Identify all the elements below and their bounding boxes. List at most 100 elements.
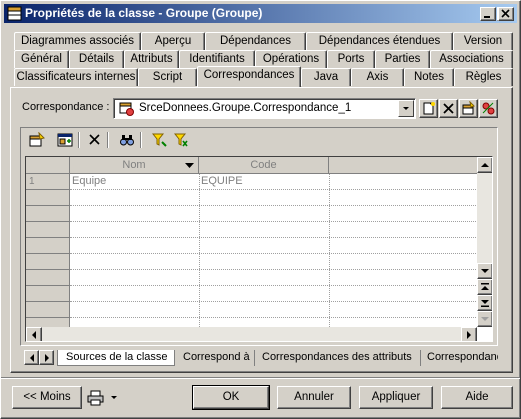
vertical-scrollbar[interactable] bbox=[477, 157, 492, 327]
row-header[interactable] bbox=[26, 238, 70, 254]
row-header[interactable] bbox=[26, 286, 70, 302]
scroll-down-button[interactable] bbox=[477, 263, 492, 279]
tab-details[interactable]: Détails bbox=[69, 50, 124, 68]
mapping-selected-value: SrceDonnees.Groupe.Correspondance_1 bbox=[139, 102, 352, 114]
row-number[interactable]: 1 bbox=[26, 174, 70, 190]
print-menu-button[interactable] bbox=[87, 389, 123, 409]
properties-window: Propriétés de la classe - Groupe (Groupe… bbox=[0, 0, 521, 419]
tab-diagrammes-associes[interactable]: Diagrammes associés bbox=[14, 32, 141, 50]
delete-icon bbox=[89, 134, 100, 145]
row-header[interactable] bbox=[26, 302, 70, 318]
scroll-right-button[interactable] bbox=[461, 327, 477, 341]
clear-filter-tool[interactable] bbox=[172, 131, 192, 149]
find-tool[interactable] bbox=[117, 131, 137, 149]
scroll-left-button[interactable] bbox=[26, 327, 42, 341]
subtab-correspondances-attributs[interactable]: Correspondances des attributs bbox=[256, 350, 421, 366]
toolbar-separator bbox=[107, 132, 109, 148]
mapping-properties-button[interactable] bbox=[459, 99, 478, 118]
row-header[interactable] bbox=[26, 270, 70, 286]
cell-code[interactable]: EQUIPE bbox=[199, 174, 243, 190]
minimize-button[interactable] bbox=[480, 7, 496, 21]
scroll-first-button[interactable] bbox=[477, 279, 492, 295]
window-title: Propriétés de la classe - Groupe (Groupe… bbox=[25, 6, 263, 20]
new-mapping-button[interactable] bbox=[419, 99, 438, 118]
subtab-correspondances-operations[interactable]: Correspondanc bbox=[422, 350, 498, 366]
delete-tool[interactable] bbox=[85, 131, 105, 149]
grid-corner-header bbox=[26, 157, 70, 174]
table-row-empty[interactable] bbox=[70, 302, 476, 318]
title-bar[interactable]: Propriétés de la classe - Groupe (Groupe… bbox=[4, 4, 517, 23]
subtab-sources-de-la-classe[interactable]: Sources de la classe bbox=[57, 350, 175, 366]
sort-descending-icon bbox=[185, 163, 194, 168]
help-button[interactable]: Aide bbox=[441, 386, 513, 409]
tab-dependances-etendues[interactable]: Dépendances étendues bbox=[306, 32, 453, 50]
delete-mapping-button[interactable] bbox=[439, 99, 458, 118]
ok-button[interactable]: OK bbox=[192, 385, 270, 410]
add-objects-icon bbox=[57, 133, 73, 147]
table-row-empty[interactable] bbox=[70, 206, 476, 222]
tab-apercu[interactable]: Aperçu bbox=[141, 32, 205, 50]
row-header[interactable] bbox=[26, 254, 70, 270]
close-button[interactable] bbox=[498, 7, 514, 21]
subtab-scroll-left-button[interactable] bbox=[24, 350, 39, 365]
clear-filter-icon bbox=[174, 133, 188, 147]
close-icon bbox=[501, 9, 510, 18]
add-objects-tool[interactable] bbox=[55, 131, 75, 149]
tab-version[interactable]: Version bbox=[453, 32, 513, 50]
column-divider bbox=[199, 174, 200, 327]
tab-axis[interactable]: Axis bbox=[351, 68, 404, 86]
tab-parties[interactable]: Parties bbox=[375, 50, 430, 68]
properties-tool[interactable] bbox=[27, 131, 47, 149]
properties-icon bbox=[462, 101, 475, 115]
mapping-sources-grid-panel: Nom Code 1 Equipe EQUIPE bbox=[20, 127, 498, 346]
filter-tool[interactable] bbox=[150, 131, 170, 149]
row-header[interactable] bbox=[26, 190, 70, 206]
column-header-nom[interactable]: Nom bbox=[70, 157, 199, 174]
table-row-empty[interactable] bbox=[70, 270, 476, 286]
tab-dependances[interactable]: Dépendances bbox=[205, 32, 306, 50]
column-header-empty bbox=[329, 157, 477, 174]
print-icon bbox=[87, 390, 117, 406]
tab-classificateurs-internes[interactable]: Classificateurs internes bbox=[14, 68, 138, 86]
link-icon bbox=[482, 102, 495, 115]
tab-attributs[interactable]: Attributs bbox=[124, 50, 179, 68]
apply-button[interactable]: Appliquer bbox=[359, 386, 433, 409]
cell-nom[interactable]: Equipe bbox=[70, 174, 106, 190]
mapping-combobox[interactable]: SrceDonnees.Groupe.Correspondance_1 bbox=[113, 98, 416, 119]
subtab-scroll-right-button[interactable] bbox=[39, 350, 54, 365]
less-button[interactable]: << Moins bbox=[12, 386, 82, 409]
cancel-button[interactable]: Annuler bbox=[277, 386, 351, 409]
table-row-empty[interactable] bbox=[70, 254, 476, 270]
arrow-right-icon bbox=[45, 354, 49, 362]
table-row-empty[interactable] bbox=[70, 222, 476, 238]
mapping-icon bbox=[119, 102, 134, 116]
tab-regles[interactable]: Règles bbox=[454, 68, 513, 86]
row-header[interactable] bbox=[26, 222, 70, 238]
tab-associations[interactable]: Associations bbox=[430, 50, 513, 68]
table-row-empty[interactable] bbox=[70, 286, 476, 302]
column-header-code[interactable]: Code bbox=[199, 157, 329, 174]
column-divider bbox=[329, 174, 330, 327]
chevron-down-icon bbox=[403, 107, 409, 110]
scroll-up-button[interactable] bbox=[477, 157, 492, 173]
row-header[interactable] bbox=[26, 206, 70, 222]
tab-java[interactable]: Java bbox=[301, 68, 351, 86]
tab-script[interactable]: Script bbox=[138, 68, 197, 86]
tab-ports[interactable]: Ports bbox=[327, 50, 375, 68]
tab-general[interactable]: Général bbox=[14, 50, 69, 68]
table-row[interactable]: Equipe EQUIPE bbox=[70, 174, 476, 190]
arrow-down-icon bbox=[481, 317, 489, 321]
scroll-last-button[interactable] bbox=[477, 295, 492, 311]
subtab-correspond-a[interactable]: Correspond à bbox=[177, 350, 255, 366]
horizontal-scrollbar[interactable] bbox=[26, 327, 477, 341]
tab-notes[interactable]: Notes bbox=[404, 68, 454, 86]
tab-correspondances[interactable]: Correspondances bbox=[197, 66, 301, 87]
arrow-left-icon bbox=[30, 354, 34, 362]
mapping-grid[interactable]: Nom Code 1 Equipe EQUIPE bbox=[25, 156, 493, 342]
table-row-empty[interactable] bbox=[70, 238, 476, 254]
scroll-end-button[interactable] bbox=[477, 311, 492, 327]
mapping-dropdown-button[interactable] bbox=[398, 100, 414, 117]
mapping-link-button[interactable] bbox=[479, 99, 498, 118]
table-row-empty[interactable] bbox=[70, 190, 476, 206]
toolbar-separator bbox=[78, 132, 80, 148]
